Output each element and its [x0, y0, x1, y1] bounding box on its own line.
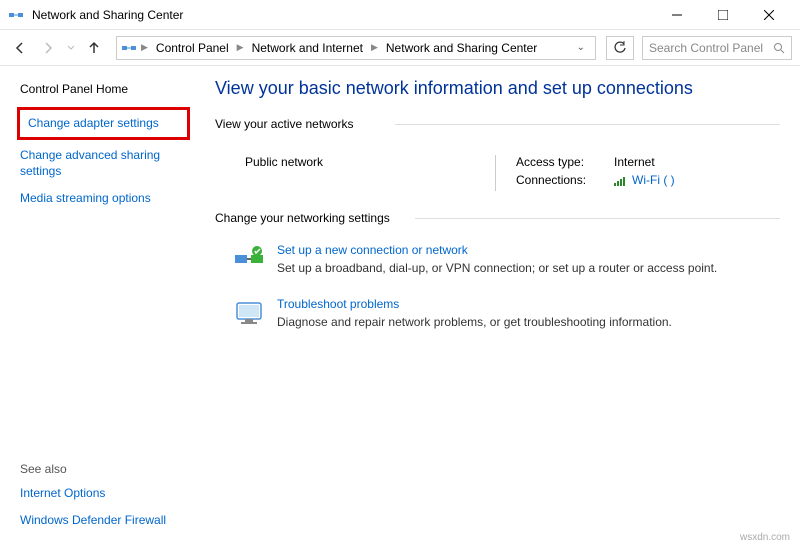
change-advanced-sharing-link[interactable]: Change advanced sharing settings	[20, 148, 187, 179]
breadcrumb-item[interactable]: Network and Internet	[248, 41, 367, 55]
refresh-button[interactable]	[606, 36, 634, 60]
chevron-right-icon[interactable]: ▶	[369, 42, 380, 53]
breadcrumb[interactable]: ▶ Control Panel ▶ Network and Internet ▶…	[116, 36, 596, 60]
change-settings-header: Change your networking settings	[215, 211, 780, 225]
troubleshoot-desc: Diagnose and repair network problems, or…	[277, 315, 672, 329]
control-panel-home-link[interactable]: Control Panel Home	[20, 82, 187, 98]
sidebar: Control Panel Home Change adapter settin…	[0, 66, 195, 549]
troubleshoot-title: Troubleshoot problems	[277, 297, 672, 311]
setup-connection-item[interactable]: Set up a new connection or network Set u…	[215, 235, 780, 289]
setup-connection-desc: Set up a broadband, dial-up, or VPN conn…	[277, 261, 717, 275]
breadcrumb-item[interactable]: Network and Sharing Center	[382, 41, 541, 55]
network-sharing-icon	[121, 40, 137, 56]
window-title: Network and Sharing Center	[32, 8, 654, 22]
recent-dropdown[interactable]	[64, 36, 78, 60]
chevron-right-icon[interactable]: ▶	[235, 42, 246, 53]
chevron-down-icon[interactable]: ⌄	[571, 42, 591, 53]
media-streaming-link[interactable]: Media streaming options	[20, 191, 187, 207]
active-network-panel: Public network Access type: Internet Con…	[215, 141, 780, 211]
network-name: Public network	[245, 155, 495, 169]
close-button[interactable]	[746, 0, 792, 30]
minimize-button[interactable]	[654, 0, 700, 30]
breadcrumb-item[interactable]: Control Panel	[152, 41, 233, 55]
network-sharing-icon	[8, 7, 24, 23]
forward-button[interactable]	[36, 36, 60, 60]
up-button[interactable]	[82, 36, 106, 60]
setup-connection-icon	[233, 243, 265, 275]
chevron-right-icon[interactable]: ▶	[139, 42, 150, 53]
back-button[interactable]	[8, 36, 32, 60]
search-icon	[773, 42, 785, 54]
see-also-label: See also	[20, 462, 187, 476]
windows-defender-firewall-link[interactable]: Windows Defender Firewall	[20, 513, 187, 529]
main-content: View your basic network information and …	[195, 66, 800, 549]
connection-link[interactable]: Wi-Fi ( )	[614, 173, 675, 187]
change-adapter-settings-link[interactable]: Change adapter settings	[17, 107, 190, 141]
navbar: ▶ Control Panel ▶ Network and Internet ▶…	[0, 30, 800, 66]
active-networks-header: View your active networks	[215, 117, 780, 131]
troubleshoot-item[interactable]: Troubleshoot problems Diagnose and repai…	[215, 289, 780, 343]
internet-options-link[interactable]: Internet Options	[20, 486, 187, 502]
page-title: View your basic network information and …	[215, 78, 780, 99]
troubleshoot-icon	[233, 297, 265, 329]
connections-label: Connections:	[516, 173, 606, 187]
maximize-button[interactable]	[700, 0, 746, 30]
wifi-signal-icon	[614, 175, 628, 185]
setup-connection-title: Set up a new connection or network	[277, 243, 717, 257]
access-type-value: Internet	[614, 155, 655, 169]
titlebar: Network and Sharing Center	[0, 0, 800, 30]
watermark: wsxdn.com	[740, 532, 790, 543]
search-input[interactable]: Search Control Panel	[642, 36, 792, 60]
access-type-label: Access type:	[516, 155, 606, 169]
